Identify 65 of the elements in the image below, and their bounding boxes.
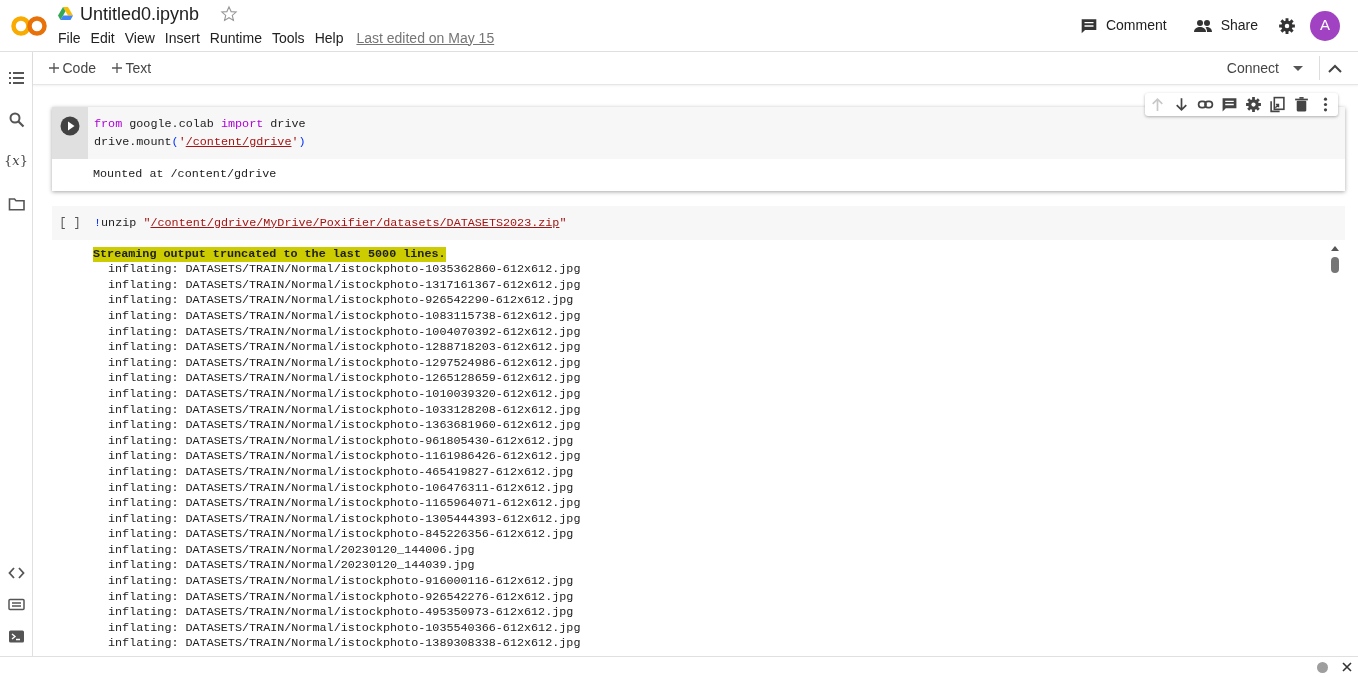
down-arrow-icon[interactable]	[1173, 96, 1190, 113]
star-icon[interactable]	[220, 4, 239, 23]
output-line: inflating: DATASETS/TRAIN/Normal/istockphoto-961805430-612x612.jpg	[107, 433, 575, 450]
output-line: inflating: DATASETS/TRAIN/Normal/istockphoto-926542290-612x612.jpg	[107, 293, 575, 309]
output-line: inflating: DATASETS/TRAIN/Normal/istockphoto-1317161367-612x612.jpg	[107, 277, 582, 294]
output-line: inflating: DATASETS/TRAIN/Normal/istockphoto-1083115738-612x612.jpg	[107, 308, 582, 325]
output-line: inflating: DATASETS/TRAIN/Normal/istockphoto-1265128659-612x612.jpg	[107, 371, 582, 387]
output-line: inflating: DATASETS/TRAIN/Normal/istockphoto-926542276-612x612.jpg	[107, 589, 575, 606]
add-cell-button[interactable]: Text	[103, 55, 160, 81]
output-line: inflating: DATASETS/TRAIN/Normal/istockphoto-1305444393-612x612.jpg	[107, 511, 582, 528]
output-line: inflating: DATASETS/TRAIN/Normal/istockphoto-1363681960-612x612.jpg	[107, 418, 582, 434]
run-button[interactable]	[60, 116, 80, 136]
output-line: inflating: DATASETS/TRAIN/Normal/istockphoto-1035362860-612x612.jpg	[107, 262, 582, 278]
output-line: inflating: DATASETS/TRAIN/Normal/istockphoto-1033128208-612x612.jpg	[107, 402, 582, 419]
plus-icon	[49, 63, 59, 73]
close-icon[interactable]	[1342, 662, 1352, 672]
menu-item[interactable]: Runtime	[204, 27, 267, 49]
last-edited-link[interactable]: Last edited on May 15	[356, 27, 495, 49]
code-line[interactable]: drive.mount('/content/gdrive')	[94, 133, 1339, 151]
caret-icon	[1293, 65, 1303, 71]
notebook-title[interactable]: Untitled0.ipynb	[80, 2, 200, 25]
avatar[interactable]: A	[1310, 10, 1340, 41]
output-line: inflating: DATASETS/TRAIN/Normal/istockphoto-916000116-612x612.jpg	[107, 574, 575, 590]
output-warning: Streaming output truncated to the last 5000 lines.	[93, 246, 446, 263]
output-line: inflating: DATASETS/TRAIN/Normal/istockphoto-465419827-612x612.jpg	[107, 464, 575, 481]
scrollbar-thumb[interactable]	[1331, 256, 1339, 273]
output-line: inflating: DATASETS/TRAIN/Normal/istockphoto-1010039320-612x612.jpg	[107, 386, 582, 403]
comment-icon	[1079, 16, 1098, 35]
comment-button[interactable]: Comment	[1073, 11, 1173, 40]
search-icon[interactable]	[7, 110, 25, 128]
menu-item[interactable]: Edit	[85, 27, 120, 49]
collapse-icon[interactable]	[1328, 63, 1342, 73]
menu-item[interactable]: Tools	[266, 27, 310, 49]
output-line: inflating: DATASETS/TRAIN/Normal/istockphoto-845226356-612x612.jpg	[107, 527, 575, 543]
comment-icon[interactable]	[1221, 96, 1238, 113]
plus-icon	[111, 63, 122, 73]
output-line: inflating: DATASETS/TRAIN/Normal/20230120_144039.jpg	[107, 558, 476, 575]
menu-item[interactable]: File	[53, 27, 86, 49]
menu-item[interactable]: Insert	[159, 27, 205, 49]
output-line: inflating: DATASETS/TRAIN/Normal/istockphoto-1389308338-612x612.jpg	[107, 636, 582, 653]
output-line: inflating: DATASETS/TRAIN/Normal/istockphoto-106476311-612x612.jpg	[107, 480, 575, 497]
share-button[interactable]: Share	[1186, 11, 1264, 40]
settings-icon[interactable]	[1278, 16, 1296, 35]
output-line: inflating: DATASETS/TRAIN/Normal/istockphoto-1288718203-612x612.jpg	[107, 340, 582, 356]
output-line: Mounted at /content/gdrive	[93, 167, 278, 183]
trash-icon[interactable]	[1293, 96, 1310, 113]
output-line: inflating: DATASETS/TRAIN/Normal/istockphoto-1165964071-612x612.jpg	[107, 496, 582, 512]
logo-icon[interactable]	[11, 13, 47, 38]
code-line[interactable]: from google.colab import drive	[94, 115, 1339, 133]
output-line: inflating: DATASETS/TRAIN/Normal/istockphoto-1004070392-612x612.jpg	[107, 324, 582, 341]
output-line: inflating: DATASETS/TRAIN/Normal/istockphoto-1297524986-612x612.jpg	[107, 355, 582, 372]
status-dot-icon[interactable]	[1317, 661, 1328, 673]
drive-icon[interactable]	[58, 7, 73, 20]
output-line: inflating: DATASETS/TRAIN/Normal/istockphoto-1161986426-612x612.jpg	[107, 449, 582, 465]
variables-button[interactable]: {x}	[4, 151, 28, 171]
connect-button[interactable]: Connect	[1218, 55, 1311, 81]
menu-item[interactable]: View	[119, 27, 160, 49]
people-icon	[1192, 18, 1213, 33]
output-line: inflating: DATASETS/TRAIN/Normal/20230120_144006.jpg	[107, 542, 476, 559]
output-line: inflating: DATASETS/TRAIN/Normal/istockphoto-1035540366-612x612.jpg	[107, 620, 582, 637]
output-line: inflating: DATASETS/TRAIN/Normal/istockphoto-495350973-612x612.jpg	[107, 605, 575, 621]
settings-icon[interactable]	[1245, 96, 1262, 113]
menu-item[interactable]: Help	[309, 27, 349, 49]
add-cell-button[interactable]: Code	[41, 55, 104, 81]
mirror-cell-icon[interactable]	[1269, 96, 1286, 113]
